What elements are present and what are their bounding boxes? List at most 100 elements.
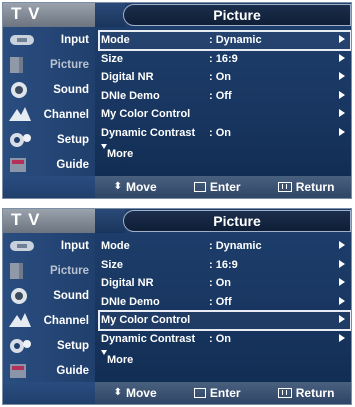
- menu-item-value: : Off: [209, 89, 232, 102]
- osd-screen-1: T V Picture Input Picture Sound Channel …: [2, 2, 352, 199]
- picture-icon: [10, 57, 23, 73]
- updown-arrow-icon: ⬍: [113, 387, 122, 398]
- menu-list: Mode : Dynamic Size : 16:9 Digital NR : …: [98, 237, 351, 368]
- menu-item-label: Size: [101, 258, 124, 271]
- return-hint: Return: [277, 180, 335, 194]
- return-hint: Return: [277, 386, 335, 400]
- chevron-right-icon: [339, 53, 345, 62]
- osd-screen-2: T V Picture Input Picture Sound Channel …: [2, 208, 352, 405]
- sidebar-item-channel[interactable]: Channel: [3, 308, 95, 333]
- setup-icon: [10, 133, 31, 147]
- menu-item-value: : On: [209, 277, 231, 290]
- input-icon: [10, 241, 34, 251]
- menu-item-size[interactable]: Size : 16:9: [99, 50, 351, 69]
- enter-icon: [193, 182, 206, 192]
- menu-item-value: : Dynamic: [209, 240, 262, 253]
- chevron-right-icon: [339, 35, 345, 43]
- menu-item-label: My Color Control: [101, 314, 191, 327]
- more-down-arrow-icon: [101, 350, 107, 355]
- menu-item-dynamic-contrast[interactable]: Dynamic Contrast : On: [99, 330, 351, 349]
- sidebar: Input Picture Sound Channel Setup Guide: [3, 27, 95, 177]
- menu-item-mode[interactable]: Mode : Dynamic: [99, 237, 351, 256]
- sidebar-item-label: Input: [60, 239, 89, 252]
- menu-item-my-color-control[interactable]: My Color Control: [99, 105, 351, 124]
- menu-item-dnie-demo[interactable]: DNIe Demo : Off: [99, 293, 351, 312]
- menu-item-label: Dynamic Contrast: [101, 332, 196, 345]
- menu-item-value: : 16:9: [209, 52, 238, 65]
- menu-item-label: Mode: [101, 240, 130, 253]
- move-label: Move: [125, 180, 157, 194]
- sidebar-item-guide[interactable]: Guide: [3, 152, 95, 177]
- menu-item-mode[interactable]: Mode : Dynamic: [98, 30, 351, 51]
- menu-item-value: : 16:9: [209, 258, 238, 271]
- enter-icon: [193, 388, 206, 398]
- setup-icon: [10, 339, 31, 353]
- menu-item-dnie-demo[interactable]: DNIe Demo : Off: [99, 87, 351, 106]
- more-label: More: [107, 148, 134, 160]
- menu-item-value: : On: [209, 126, 231, 139]
- menu-item-digital-nr[interactable]: Digital NR : On: [99, 68, 351, 87]
- menu-item-label: DNIe Demo: [101, 295, 160, 308]
- chevron-right-icon: [339, 259, 345, 268]
- sidebar: Input Picture Sound Channel Setup Guide: [3, 233, 95, 383]
- sidebar-item-label: Sound: [53, 289, 89, 302]
- sidebar-item-input[interactable]: Input: [3, 27, 95, 52]
- move-hint: ⬍ Move: [114, 180, 157, 194]
- footer-left: [3, 382, 95, 404]
- more-label: More: [107, 354, 134, 366]
- sidebar-item-label: Picture: [50, 58, 89, 71]
- menu-title: Picture: [123, 4, 351, 26]
- chevron-right-icon: [339, 296, 345, 305]
- enter-label: Enter: [209, 180, 241, 194]
- sidebar-item-setup[interactable]: Setup: [3, 127, 95, 152]
- menu-item-label: Digital NR: [101, 277, 154, 290]
- sidebar-item-guide[interactable]: Guide: [3, 358, 95, 383]
- return-icon: [277, 182, 292, 192]
- channel-icon: [9, 313, 31, 327]
- sound-icon: [11, 288, 27, 304]
- chevron-right-icon: [339, 127, 345, 136]
- menu-item-size[interactable]: Size : 16:9: [99, 256, 351, 275]
- sidebar-item-input[interactable]: Input: [3, 233, 95, 258]
- sidebar-item-label: Setup: [57, 339, 89, 352]
- menu-item-label: DNIe Demo: [101, 89, 160, 102]
- menu-item-value: : Dynamic: [209, 34, 262, 47]
- menu-item-my-color-control[interactable]: My Color Control: [98, 310, 351, 331]
- sidebar-item-label: Input: [60, 33, 89, 46]
- menu-list: Mode : Dynamic Size : 16:9 Digital NR : …: [98, 30, 351, 162]
- sidebar-item-channel[interactable]: Channel: [3, 102, 95, 127]
- return-label: Return: [295, 180, 335, 194]
- sidebar-item-picture[interactable]: Picture: [3, 52, 95, 77]
- title-bar: T V Picture: [3, 209, 351, 233]
- move-label: Move: [125, 386, 157, 400]
- menu-item-digital-nr[interactable]: Digital NR : On: [99, 274, 351, 293]
- sidebar-item-sound[interactable]: Sound: [3, 77, 95, 102]
- chevron-right-icon: [339, 241, 345, 249]
- return-label: Return: [295, 386, 335, 400]
- tv-label: T V: [3, 209, 95, 233]
- more-down-arrow-icon: [101, 144, 107, 149]
- chevron-right-icon: [339, 90, 345, 99]
- sidebar-item-label: Picture: [50, 264, 89, 277]
- title-bar: T V Picture: [3, 3, 351, 27]
- footer-bar: ⬍ Move Enter Return: [95, 382, 351, 404]
- sidebar-item-sound[interactable]: Sound: [3, 283, 95, 308]
- sidebar-item-setup[interactable]: Setup: [3, 333, 95, 358]
- picture-icon: [10, 263, 23, 279]
- sidebar-item-label: Channel: [43, 314, 89, 327]
- chevron-right-icon: [339, 72, 345, 80]
- enter-hint: Enter: [193, 180, 241, 194]
- sidebar-item-label: Setup: [57, 133, 89, 146]
- menu-item-label: Size: [101, 52, 124, 65]
- menu-item-label: Digital NR: [101, 71, 154, 84]
- sidebar-item-picture[interactable]: Picture: [3, 258, 95, 283]
- enter-hint: Enter: [193, 386, 241, 400]
- menu-item-label: Dynamic Contrast: [101, 126, 196, 139]
- chevron-right-icon: [339, 315, 345, 323]
- sidebar-item-label: Channel: [43, 108, 89, 121]
- more-item[interactable]: More: [99, 142, 351, 162]
- more-item[interactable]: More: [99, 348, 351, 368]
- menu-item-dynamic-contrast[interactable]: Dynamic Contrast : On: [99, 124, 351, 143]
- return-icon: [277, 388, 292, 398]
- title-gap: [95, 3, 125, 27]
